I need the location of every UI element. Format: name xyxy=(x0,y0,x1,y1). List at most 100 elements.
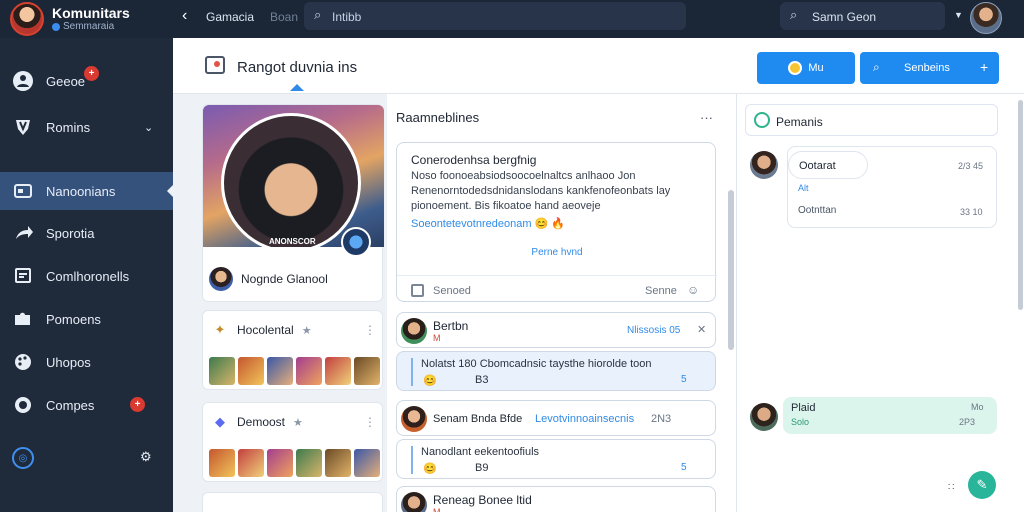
back-chevron-icon[interactable]: ‹ xyxy=(182,7,187,25)
group-card[interactable]: ✦ Hocolental ★ ⋮ xyxy=(202,310,383,390)
post-meta: 2N3 xyxy=(651,413,672,425)
help-icon[interactable]: ◎ xyxy=(12,447,34,469)
emoji-icon xyxy=(788,61,803,75)
contact-name: Plaid xyxy=(791,402,816,414)
chevron-down-icon[interactable]: ⌄ xyxy=(144,121,153,134)
emoji-icon: 😊 xyxy=(423,463,437,475)
message-thread[interactable]: Ootarat 2/3 45 Alt Ootnttan 33 10 xyxy=(787,146,997,228)
thumbnail[interactable] xyxy=(325,449,351,477)
mood-button[interactable]: Mu xyxy=(757,52,855,84)
message-subtext: Alt xyxy=(798,183,809,193)
sidebar-item-sporotia[interactable]: Sporotia xyxy=(0,214,173,252)
plus-icon: + xyxy=(980,59,989,75)
search-add-button[interactable]: ⌕ Senbeins + xyxy=(860,52,999,84)
sidebar-item-comlhoronells[interactable]: Comlhoronells xyxy=(0,257,173,295)
post-composer[interactable]: Conerodenhsa bergfnig Noso foonoeabsiods… xyxy=(396,142,717,302)
post-link[interactable]: Levotvinnoainsecnis xyxy=(535,413,634,425)
thumbnail[interactable] xyxy=(209,357,235,385)
sidebar-item-geeoe[interactable]: Geeoe + xyxy=(0,62,173,100)
group-card-partial[interactable] xyxy=(202,492,383,512)
sidebar-item-compes[interactable]: Compes + xyxy=(0,386,173,424)
sidebar-item-nanoonians[interactable]: Nanoonians xyxy=(0,172,173,210)
brand-avatar xyxy=(10,2,44,36)
sidebar-item-label: Sporotia xyxy=(46,225,95,241)
feed-post[interactable]: Senam Bnda Bfde Levotvinnoainsecnis 2N3 xyxy=(396,400,716,436)
sidebar-item-label: Nanoonians xyxy=(46,183,116,199)
checkbox-icon[interactable] xyxy=(411,284,424,297)
thumbnail[interactable] xyxy=(296,449,322,477)
sidebar-item-romins[interactable]: Romins ⌄ xyxy=(0,108,173,146)
breadcrumb[interactable]: Gamacia xyxy=(206,10,254,24)
thumbnail[interactable] xyxy=(238,449,264,477)
profile-card[interactable]: ANONSCOR Nognde Glanool xyxy=(202,104,384,302)
messages-scrollbar[interactable] xyxy=(1018,100,1023,310)
post-meta[interactable]: Nlissosis 05 xyxy=(627,325,680,336)
breadcrumb-muted[interactable]: Boan xyxy=(270,10,298,24)
puzzle-icon xyxy=(12,308,34,330)
sidebar-item-uhopos[interactable]: Uhopos xyxy=(0,343,173,381)
avatar[interactable] xyxy=(750,151,778,179)
thumbnail[interactable] xyxy=(238,357,264,385)
thumbnail[interactable] xyxy=(296,357,322,385)
thumbnail[interactable] xyxy=(354,449,380,477)
compose-button[interactable]: ✎ xyxy=(968,471,996,499)
person-icon xyxy=(12,70,34,92)
group-card[interactable]: ◆ Demoost ★ ⋮ xyxy=(202,402,383,482)
composer-action-link[interactable]: Perne hvnd xyxy=(397,247,717,258)
message-thread-active[interactable]: Plaid Solo Mo 2P3 xyxy=(783,397,997,434)
emoji-icon: 😊 xyxy=(423,375,437,387)
sidebar-item-label: Pomoens xyxy=(46,311,101,327)
thumbnail[interactable] xyxy=(325,357,351,385)
composer-footer-right[interactable]: Senne xyxy=(645,285,677,297)
composer-footer: Senoed Senne ☺ xyxy=(397,275,717,297)
sidebar-item-label: Compes xyxy=(46,397,95,413)
close-icon[interactable]: ✕ xyxy=(697,323,706,336)
messages-header[interactable]: Pemanis xyxy=(745,104,998,136)
post-subtext: M xyxy=(433,333,441,343)
comment-count[interactable]: 5 xyxy=(681,374,687,385)
group-icon: ◆ xyxy=(215,414,225,429)
sidebar-item-pomoens[interactable]: Pomoens xyxy=(0,300,173,338)
comment-count[interactable]: 5 xyxy=(681,462,687,473)
profile-name[interactable]: Nognde Glanool xyxy=(241,272,328,286)
sidebar-item-label: Uhopos xyxy=(46,354,91,370)
profile-banner: ANONSCOR xyxy=(203,105,384,247)
record-icon xyxy=(12,394,34,416)
thumbnail[interactable] xyxy=(267,449,293,477)
thumbnail[interactable] xyxy=(354,357,380,385)
composer-title: Conerodenhsa bergfnig xyxy=(411,153,537,167)
secondary-search-input[interactable]: ⌕ Samn Geon xyxy=(780,2,945,30)
search-input[interactable]: ⌕ Intibb xyxy=(304,2,686,30)
post-author: Senam Bnda Bfde xyxy=(433,413,523,425)
thumbnail[interactable] xyxy=(267,357,293,385)
settings-icon[interactable]: ⚙ xyxy=(140,449,152,465)
search-icon: ⌕ xyxy=(873,60,880,74)
composer-link[interactable]: Soeontetevotnredeonam 😊 🔥 xyxy=(411,217,565,230)
star-icon[interactable]: ★ xyxy=(302,324,312,337)
comment[interactable]: Nanodlant eekentoofiuls 😊 B9 5 xyxy=(396,439,716,479)
feed-post[interactable]: Reneag Bonee ltid M xyxy=(396,486,716,512)
chevron-down-icon[interactable]: ▼ xyxy=(954,10,963,20)
brand[interactable]: Komunitars Semmaraia xyxy=(10,2,130,36)
composer-link-text: Soeontetevotnredeonam xyxy=(411,218,532,230)
avatar xyxy=(401,406,427,432)
quote-bar xyxy=(411,446,413,474)
user-avatar[interactable] xyxy=(970,2,1002,34)
notification-badge: + xyxy=(84,66,99,81)
emoji-picker-icon[interactable]: ☺ xyxy=(687,283,699,297)
avatar[interactable] xyxy=(750,403,778,431)
grid-icon[interactable]: ∷ xyxy=(948,482,954,493)
composer-footer-left[interactable]: Senoed xyxy=(433,285,471,297)
comment-text: Nolatst 180 Cbomcadnsic taysthe hiorolde… xyxy=(421,358,652,370)
search-input-text: Intibb xyxy=(332,10,362,24)
more-icon[interactable]: ··· xyxy=(700,110,713,125)
more-icon[interactable]: ⋮ xyxy=(364,415,376,429)
feed-post[interactable]: Bertbn M Nlissosis 05 ✕ xyxy=(396,312,716,348)
comment[interactable]: Nolatst 180 Cbomcadnsic taysthe hiorolde… xyxy=(396,351,716,391)
more-icon[interactable]: ⋮ xyxy=(364,323,376,337)
thumbnail[interactable] xyxy=(209,449,235,477)
star-icon[interactable]: ★ xyxy=(293,416,303,429)
rank-badge-icon xyxy=(341,227,371,257)
app-title: Komunitars xyxy=(52,5,130,21)
feed-scrollbar[interactable] xyxy=(728,190,734,350)
